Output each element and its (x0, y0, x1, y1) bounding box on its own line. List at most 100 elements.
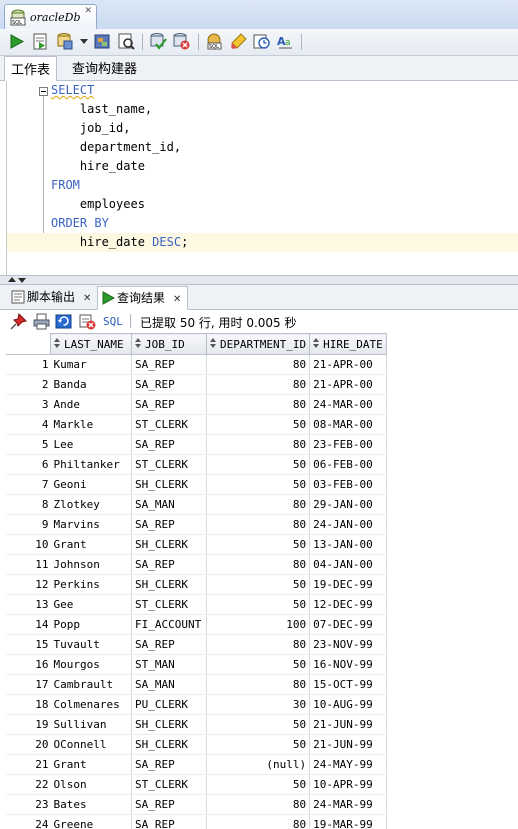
chevron-down-icon[interactable] (80, 39, 88, 44)
cell-hire-date[interactable]: 19-MAR-99 (309, 814, 387, 829)
cell-last-name[interactable]: Cambrault (50, 674, 132, 695)
cell-job-id[interactable]: SA_REP (131, 814, 207, 829)
table-row[interactable]: 19 Sullivan SH_CLERK 50 21-JUN-99 (6, 714, 387, 735)
cell-department-id[interactable]: 80 (206, 814, 311, 829)
cell-department-id[interactable]: 80 (206, 794, 311, 815)
cell-job-id[interactable]: ST_CLERK (131, 774, 207, 795)
column-header-last-name[interactable]: LAST_NAME (50, 333, 132, 355)
table-row[interactable]: 15 Tuvault SA_REP 80 23-NOV-99 (6, 634, 387, 655)
cell-department-id[interactable]: 30 (206, 694, 311, 715)
pane-splitter[interactable] (0, 275, 518, 285)
cell-hire-date[interactable]: 15-OCT-99 (309, 674, 387, 695)
cell-job-id[interactable]: SA_REP (131, 554, 207, 575)
cell-last-name[interactable]: OConnell (50, 734, 132, 755)
cell-department-id[interactable]: 50 (206, 414, 311, 435)
table-row[interactable]: 18 Colmenares PU_CLERK 30 10-AUG-99 (6, 694, 387, 715)
cell-department-id[interactable]: 80 (206, 674, 311, 695)
cell-last-name[interactable]: Marvins (50, 514, 132, 535)
table-row[interactable]: 4 Markle ST_CLERK 50 08-MAR-00 (6, 414, 387, 435)
cell-hire-date[interactable]: 19-DEC-99 (309, 574, 387, 595)
cell-last-name[interactable]: Mourgos (50, 654, 132, 675)
cell-job-id[interactable]: SH_CLERK (131, 534, 207, 555)
table-row[interactable]: 6 Philtanker ST_CLERK 50 06-FEB-00 (6, 454, 387, 475)
cell-job-id[interactable]: FI_ACCOUNT (131, 614, 207, 635)
table-row[interactable]: 3 Ande SA_REP 80 24-MAR-00 (6, 394, 387, 415)
cell-last-name[interactable]: Olson (50, 774, 132, 795)
explain-plan-button[interactable] (93, 32, 112, 51)
cell-job-id[interactable]: SA_REP (131, 374, 207, 395)
cell-last-name[interactable]: Zlotkey (50, 494, 132, 515)
table-row[interactable]: 13 Gee ST_CLERK 50 12-DEC-99 (6, 594, 387, 615)
cell-hire-date[interactable]: 06-FEB-00 (309, 454, 387, 475)
chevron-up-icon[interactable] (8, 277, 16, 282)
cell-hire-date[interactable]: 03-FEB-00 (309, 474, 387, 495)
cell-job-id[interactable]: SA_REP (131, 354, 207, 375)
cell-department-id[interactable]: 80 (206, 634, 311, 655)
sql-history-button[interactable] (252, 32, 271, 51)
sql-link[interactable]: SQL (103, 315, 123, 328)
cell-job-id[interactable]: SA_REP (131, 434, 207, 455)
cell-hire-date[interactable]: 21-APR-00 (309, 374, 387, 395)
cell-job-id[interactable]: ST_MAN (131, 654, 207, 675)
cell-last-name[interactable]: Grant (50, 534, 132, 555)
cell-department-id[interactable]: 100 (206, 614, 311, 635)
sort-icon[interactable] (210, 337, 217, 349)
cell-hire-date[interactable]: 24-JAN-00 (309, 514, 387, 535)
commit-transaction-button[interactable] (149, 32, 168, 51)
cell-department-id[interactable]: 80 (206, 354, 311, 375)
rollback-button[interactable] (172, 32, 191, 51)
cell-hire-date[interactable]: 10-APR-99 (309, 774, 387, 795)
cell-hire-date[interactable]: 24-MAR-00 (309, 394, 387, 415)
cancel-query-icon[interactable] (79, 313, 96, 330)
cell-department-id[interactable]: 50 (206, 654, 311, 675)
table-row[interactable]: 22 Olson ST_CLERK 50 10-APR-99 (6, 774, 387, 795)
cell-hire-date[interactable]: 10-AUG-99 (309, 694, 387, 715)
refresh-icon[interactable] (55, 313, 72, 330)
code-line[interactable]: last_name, (51, 100, 518, 119)
cell-last-name[interactable]: Bates (50, 794, 132, 815)
cell-department-id[interactable]: 50 (206, 574, 311, 595)
cell-hire-date[interactable]: 23-FEB-00 (309, 434, 387, 455)
cell-department-id[interactable]: 50 (206, 734, 311, 755)
run-statement-button[interactable] (7, 32, 26, 51)
document-tab-oracledb[interactable]: SQL oracleDb ✕ (4, 4, 97, 29)
sort-icon[interactable] (54, 337, 61, 349)
cell-job-id[interactable]: SA_REP (131, 394, 207, 415)
cell-last-name[interactable]: Gee (50, 594, 132, 615)
column-header-job-id[interactable]: JOB_ID (131, 333, 207, 355)
cell-job-id[interactable]: ST_CLERK (131, 594, 207, 615)
sql-tuning-advisor-button[interactable]: SQL (205, 32, 224, 51)
close-icon[interactable]: ✕ (83, 293, 91, 304)
cell-hire-date[interactable]: 21-APR-00 (309, 354, 387, 375)
close-icon[interactable]: ✕ (84, 6, 92, 16)
cell-job-id[interactable]: SA_REP (131, 754, 207, 775)
table-row[interactable]: 21 Grant SA_REP (null) 24-MAY-99 (6, 754, 387, 775)
print-icon[interactable] (33, 313, 50, 330)
table-row[interactable]: 23 Bates SA_REP 80 24-MAR-99 (6, 794, 387, 815)
column-header-department-id[interactable]: DEPARTMENT_ID (205, 333, 311, 355)
close-icon[interactable]: ✕ (173, 294, 181, 305)
autotrace-button[interactable] (117, 32, 136, 51)
cell-department-id[interactable]: 50 (206, 474, 311, 495)
cell-hire-date[interactable]: 04-JAN-00 (309, 554, 387, 575)
cell-last-name[interactable]: Perkins (50, 574, 132, 595)
table-row[interactable]: 14 Popp FI_ACCOUNT 100 07-DEC-99 (6, 614, 387, 635)
code-line[interactable]: hire_date (51, 157, 518, 176)
cell-department-id[interactable]: 50 (206, 774, 311, 795)
tab-worksheet[interactable]: 工作表 (4, 56, 58, 82)
table-row[interactable]: 17 Cambrault SA_MAN 80 15-OCT-99 (6, 674, 387, 695)
cell-job-id[interactable]: SA_REP (131, 794, 207, 815)
cell-hire-date[interactable]: 24-MAY-99 (309, 754, 387, 775)
chevron-down-icon[interactable] (18, 278, 26, 283)
code-line[interactable]: SELECT (51, 81, 518, 100)
cell-department-id[interactable]: 80 (206, 434, 311, 455)
table-row[interactable]: 20 OConnell SH_CLERK 50 21-JUN-99 (6, 734, 387, 755)
cell-hire-date[interactable]: 07-DEC-99 (309, 614, 387, 635)
table-row[interactable]: 9 Marvins SA_REP 80 24-JAN-00 (6, 514, 387, 535)
tab-query-builder[interactable]: 查询构建器 (66, 56, 143, 80)
tab-query-result[interactable]: 查询结果 ✕ (97, 286, 189, 310)
table-row[interactable]: 24 Greene SA_REP 80 19-MAR-99 (6, 814, 387, 829)
code-line[interactable]: FROM (51, 176, 518, 195)
sql-code[interactable]: SELECT last_name, job_id, department_id,… (7, 81, 518, 252)
cell-last-name[interactable]: Lee (50, 434, 132, 455)
